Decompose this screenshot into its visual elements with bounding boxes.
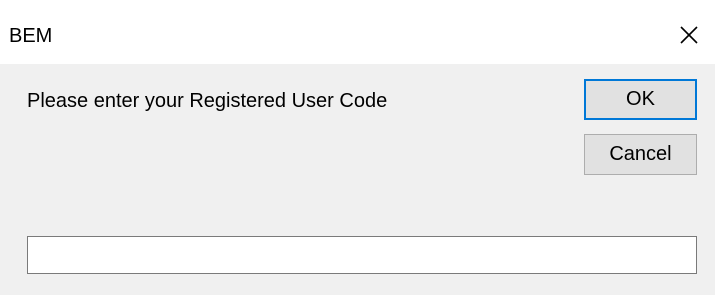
- user-code-input[interactable]: [27, 236, 697, 274]
- close-icon: [680, 26, 698, 44]
- dialog-body: Please enter your Registered User Code O…: [0, 64, 715, 295]
- ok-button[interactable]: OK: [584, 79, 697, 120]
- window-title: BEM: [9, 25, 53, 47]
- cancel-button[interactable]: Cancel: [584, 134, 697, 175]
- close-button[interactable]: [671, 19, 707, 51]
- input-dialog-window: BEM Please enter your Registered User Co…: [0, 0, 715, 295]
- prompt-label: Please enter your Registered User Code: [27, 90, 388, 112]
- title-bar[interactable]: BEM: [0, 0, 715, 64]
